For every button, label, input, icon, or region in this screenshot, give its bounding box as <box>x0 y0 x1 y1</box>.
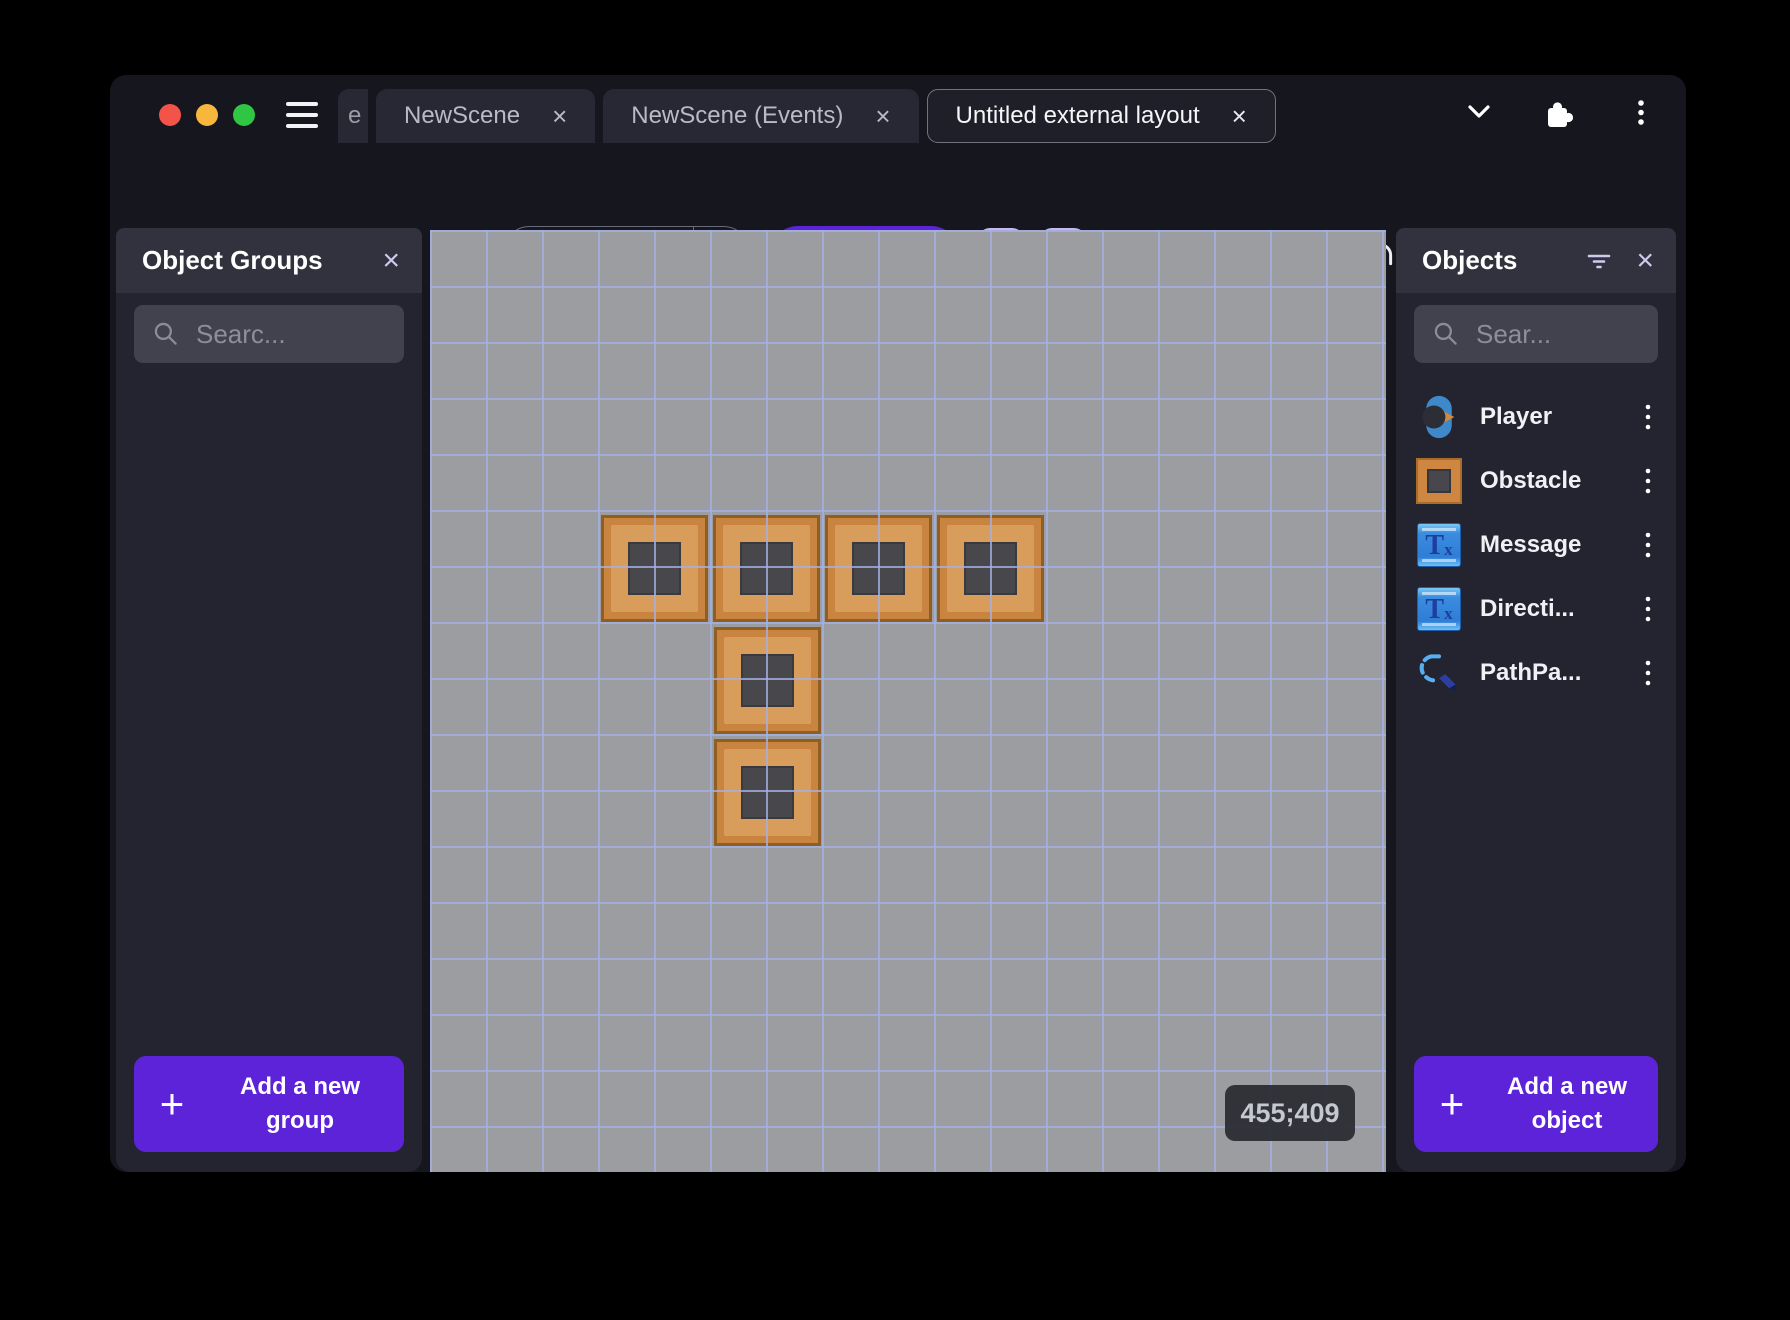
cursor-coordinates-badge: 455;409 <box>1225 1085 1355 1141</box>
tab-newscene-events[interactable]: NewScene (Events) × <box>603 89 919 143</box>
add-group-label-line2: group <box>266 1107 334 1134</box>
chevron-down-icon[interactable] <box>1464 101 1494 123</box>
tab-label: Untitled external layout <box>955 102 1200 129</box>
titlebar: e NewScene × NewScene (Events) × Untitle… <box>110 75 1686 143</box>
objects-search[interactable] <box>1414 305 1658 363</box>
kebab-menu-icon[interactable] <box>1626 97 1656 129</box>
player-icon <box>1414 392 1464 442</box>
text-object-icon: Tx <box>1414 520 1464 570</box>
object-groups-title: Object Groups <box>142 245 323 275</box>
objects-close-icon[interactable]: × <box>1636 245 1654 276</box>
object-menu-icon[interactable] <box>1638 465 1658 497</box>
toolbar: Preview Publish <box>110 143 1686 282</box>
object-groups-search-input[interactable] <box>194 317 386 351</box>
object-row-directions[interactable]: Tx Directi... <box>1396 577 1676 641</box>
tab-close-icon[interactable]: × <box>875 103 890 129</box>
tab-label: NewScene (Events) <box>631 102 844 129</box>
add-object-button[interactable]: + Add a new object <box>1414 1056 1658 1152</box>
add-group-button[interactable]: + Add a new group <box>134 1056 404 1152</box>
extensions-puzzle-icon[interactable] <box>1540 97 1574 131</box>
traffic-light-close[interactable] <box>159 104 181 126</box>
objects-search-input[interactable] <box>1474 317 1640 351</box>
object-groups-search[interactable] <box>134 305 404 363</box>
scene-canvas[interactable]: 455;409 <box>430 230 1386 1172</box>
obstacle-instance[interactable] <box>714 739 821 846</box>
traffic-light-minimize[interactable] <box>196 104 218 126</box>
obstacle-instance[interactable] <box>825 515 932 622</box>
tab-close-icon[interactable]: × <box>552 103 567 129</box>
objects-list: Player Obstacle Tx Message T x Directi..… <box>1396 385 1676 1172</box>
object-row-obstacle[interactable]: Obstacle <box>1396 449 1676 513</box>
tab-partial[interactable]: e <box>338 89 368 143</box>
filter-icon[interactable] <box>1584 248 1614 274</box>
obstacle-instance[interactable] <box>601 515 708 622</box>
object-menu-icon[interactable] <box>1638 401 1658 433</box>
object-menu-icon[interactable] <box>1638 657 1658 689</box>
tab-bar: e NewScene × NewScene (Events) × Untitle… <box>338 89 1276 143</box>
tiles-layer <box>430 230 1386 1172</box>
object-groups-close-icon[interactable]: × <box>382 245 400 276</box>
add-object-label-line1: Add a new <box>1506 1073 1627 1100</box>
objects-header: Objects × <box>1396 228 1676 293</box>
obstacle-instance[interactable] <box>714 627 821 734</box>
app-window: e NewScene × NewScene (Events) × Untitle… <box>110 75 1686 1172</box>
object-label: Directi... <box>1480 595 1575 622</box>
object-menu-icon[interactable] <box>1638 593 1658 625</box>
text-object-icon: Tx <box>1414 584 1464 634</box>
object-groups-panel: Object Groups × + Add a new group <box>116 228 422 1172</box>
objects-title: Objects <box>1422 245 1518 275</box>
add-group-label-line1: Add a new <box>239 1073 360 1100</box>
search-icon <box>154 322 177 345</box>
object-label: Obstacle <box>1480 467 1582 494</box>
tab-newscene[interactable]: NewScene × <box>376 89 596 143</box>
add-object-label-line2: object <box>1531 1107 1603 1134</box>
hamburger-menu-icon[interactable] <box>286 102 318 128</box>
object-label: Player <box>1480 403 1553 430</box>
tab-label: NewScene <box>404 102 521 129</box>
tab-partial-label: e <box>348 102 362 129</box>
obstacle-instance[interactable] <box>713 515 820 622</box>
obstacle-icon <box>1414 456 1464 506</box>
object-label: Message <box>1480 531 1582 558</box>
plus-icon: + <box>1439 1080 1465 1127</box>
object-row-message[interactable]: Tx Message <box>1396 513 1676 577</box>
object-row-pathpaint[interactable]: PathPa... <box>1396 641 1676 705</box>
object-row-player[interactable]: Player <box>1396 385 1676 449</box>
traffic-light-zoom[interactable] <box>233 104 255 126</box>
tab-close-icon[interactable]: × <box>1232 103 1247 129</box>
path-object-icon <box>1414 648 1464 698</box>
objects-panel: Objects × Sear... Player Obstacle T x Me… <box>1396 228 1676 1172</box>
plus-icon: + <box>159 1080 185 1127</box>
tab-untitled-external-layout[interactable]: Untitled external layout × <box>926 89 1276 143</box>
object-label: PathPa... <box>1480 659 1582 686</box>
object-groups-header: Object Groups × <box>116 228 422 293</box>
obstacle-instance[interactable] <box>937 515 1044 622</box>
search-icon <box>1434 322 1457 345</box>
object-menu-icon[interactable] <box>1638 529 1658 561</box>
main-area: Object Groups × + Add a new group 455 <box>110 228 1686 1172</box>
